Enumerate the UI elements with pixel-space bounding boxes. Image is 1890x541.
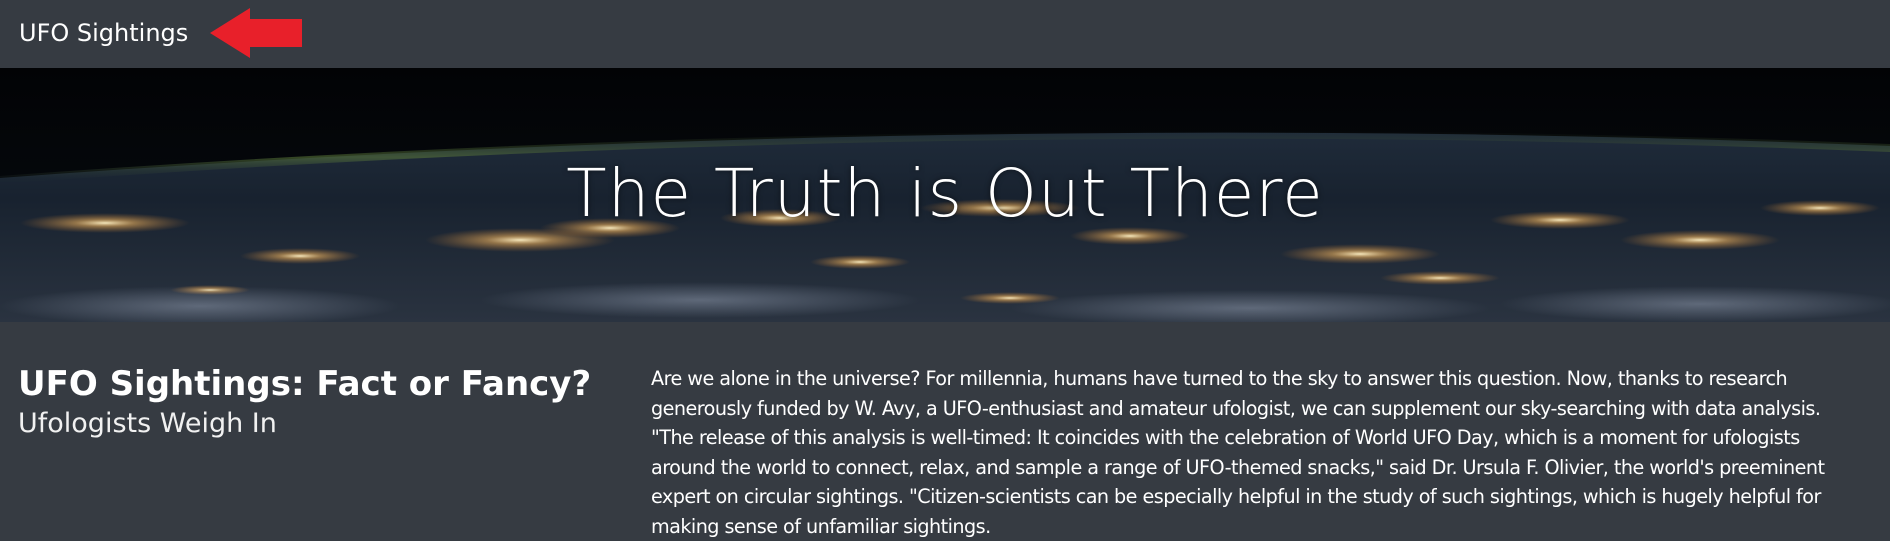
arrow-left-icon [210, 8, 302, 58]
page-headline: UFO Sightings: Fact or Fancy? [18, 364, 592, 404]
hero-banner: The Truth is Out There [0, 68, 1890, 322]
intro-article-text: Are we alone in the universe? For millen… [651, 367, 1825, 538]
navbar-brand-link[interactable]: UFO Sightings [19, 18, 188, 48]
intro-heading-group: UFO Sightings: Fact or Fancy? Ufologists… [18, 362, 618, 442]
page-subheadline: Ufologists Weigh In [18, 408, 277, 439]
intro-section: UFO Sightings: Fact or Fancy? Ufologists… [0, 322, 1890, 538]
hero-title: The Truth is Out There [566, 155, 1324, 232]
navbar: UFO Sightings [0, 0, 1890, 68]
